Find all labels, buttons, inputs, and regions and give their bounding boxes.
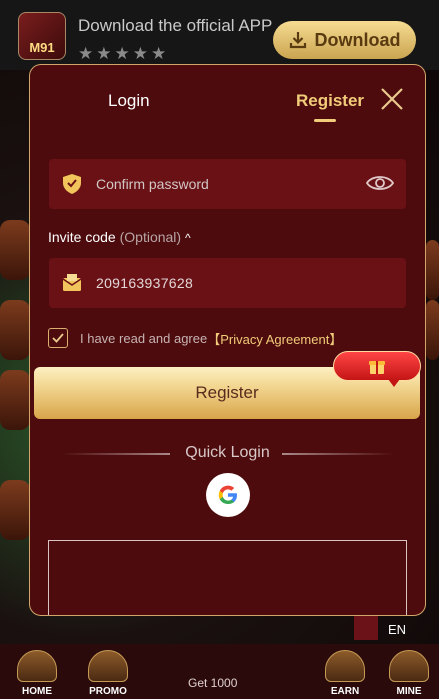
- app-logo-text: M91: [29, 40, 55, 55]
- gift-icon: [369, 361, 385, 374]
- invite-code-value: 209163937628: [96, 275, 194, 291]
- confirm-password-placeholder: Confirm password: [96, 176, 209, 192]
- nav-mine[interactable]: MINE: [374, 644, 439, 699]
- get-bonus-label[interactable]: Get 1000: [188, 676, 237, 690]
- active-tab-indicator: [314, 119, 336, 122]
- register-button-label: Register: [195, 383, 259, 402]
- mine-icon: [389, 650, 429, 682]
- promo-icon: [88, 650, 128, 682]
- quick-login-divider: Quick Login: [30, 442, 425, 466]
- side-game-tile: [0, 480, 30, 540]
- side-game-tile: [426, 240, 439, 300]
- gift-badge: [333, 351, 421, 387]
- home-icon: [17, 650, 57, 682]
- download-button[interactable]: Download: [273, 21, 416, 59]
- side-game-tile: [0, 370, 30, 430]
- download-label: Download: [314, 29, 401, 50]
- privacy-agreement-link[interactable]: 【Privacy Agreement】: [207, 329, 342, 348]
- earn-icon: [325, 650, 365, 682]
- register-modal: Login Register Confirm password Invite c…: [29, 64, 426, 616]
- nav-home[interactable]: HOME: [2, 644, 72, 699]
- invite-code-label: Invite code (Optional) ^: [48, 229, 191, 245]
- bottom-nav: HOME PROMO EARN MINE: [0, 644, 439, 699]
- nav-promo[interactable]: PROMO: [73, 644, 143, 699]
- nav-home-label: HOME: [22, 686, 52, 697]
- app-logo: M91: [18, 12, 66, 60]
- language-flag-icon[interactable]: [354, 616, 378, 640]
- chevron-up-icon[interactable]: ^: [185, 231, 191, 245]
- side-game-tile: [0, 300, 30, 360]
- envelope-icon: [62, 274, 82, 291]
- checkmark-icon: [52, 333, 64, 343]
- agree-text: I have read and agree: [80, 330, 208, 346]
- privacy-agreement-row: I have read and agree 【Privacy Agreement…: [48, 327, 342, 349]
- promo-text: Download the official APP t...: [78, 16, 274, 35]
- nav-earn-label: EARN: [330, 686, 360, 697]
- shield-icon: [63, 174, 81, 194]
- confirm-password-field[interactable]: Confirm password: [49, 159, 406, 209]
- divider-line-right: [282, 453, 394, 455]
- side-game-tile: [426, 300, 439, 360]
- nav-earn[interactable]: EARN: [310, 644, 380, 699]
- tab-register[interactable]: Register: [296, 91, 364, 111]
- tab-login[interactable]: Login: [108, 91, 150, 111]
- nav-promo-label: PROMO: [89, 686, 127, 697]
- agree-checkbox[interactable]: [48, 328, 68, 348]
- rating-stars: ★★★★★: [78, 44, 170, 63]
- google-icon: [218, 485, 237, 504]
- auth-tabs: Login Register: [30, 65, 425, 135]
- close-icon[interactable]: [380, 87, 404, 111]
- nav-mine-label: MINE: [396, 686, 422, 697]
- eye-icon[interactable]: [366, 173, 394, 193]
- app-download-banner: M91 Download the official APP t... ★★★★★…: [0, 0, 439, 70]
- invite-optional-text: (Optional): [119, 229, 182, 245]
- download-icon: [289, 32, 306, 49]
- side-game-tile: [0, 220, 30, 280]
- invite-code-field[interactable]: 209163937628: [49, 258, 406, 308]
- invite-label-text: Invite code: [48, 229, 116, 245]
- google-login-button[interactable]: [206, 473, 250, 517]
- embedded-content-frame: [48, 540, 407, 615]
- language-label[interactable]: EN: [388, 622, 406, 637]
